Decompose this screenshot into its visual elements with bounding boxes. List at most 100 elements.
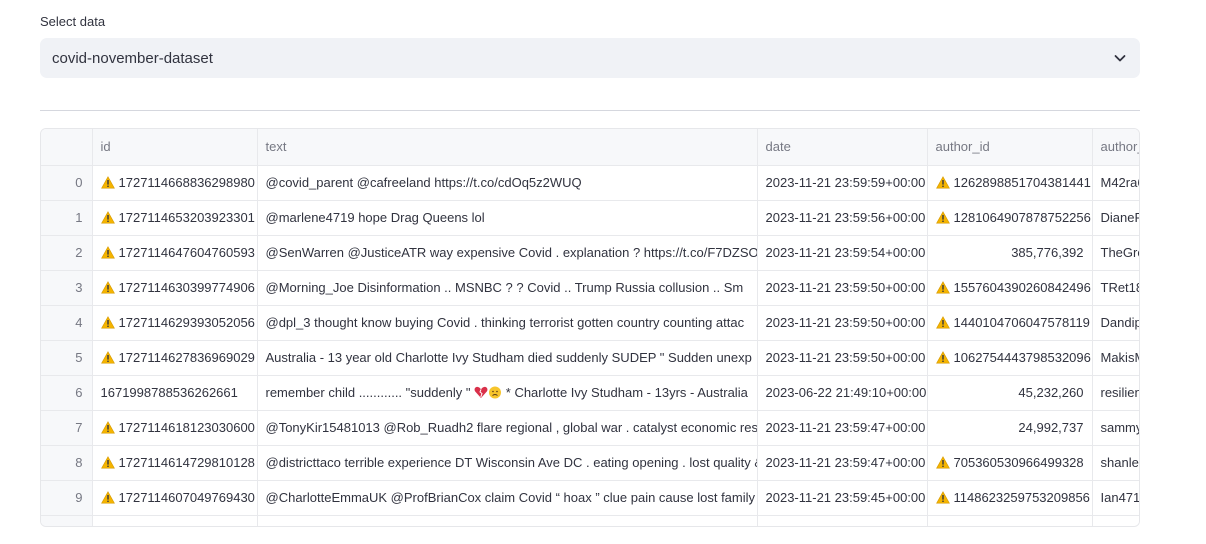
cell-author-id[interactable]: 24,992,737 [927, 410, 1093, 446]
cell-id-value: 1727114668836298980 [118, 175, 255, 190]
table-row[interactable]: 3 1727114630399774906 @Morning_Joe Disinfo… [41, 270, 1139, 306]
dataset-select[interactable]: covid-november-dataset [40, 38, 1140, 78]
cell-author-id-value: 1262898851704381441 [953, 175, 1091, 190]
cell-author[interactable]: Ian471 [1092, 480, 1139, 516]
data-table: id text date author_id author_ 0 17271146… [41, 129, 1139, 526]
cell-author-id[interactable]: 1557604390260842496 [927, 270, 1093, 306]
cell-text[interactable]: @CharlotteEmmaUK @ProfBrianCox claim Cov… [257, 480, 758, 516]
warning-icon [100, 316, 115, 329]
cell-text[interactable]: @SenWarren @JusticeATR way expensive Cov… [257, 235, 758, 271]
warning-icon [935, 456, 950, 469]
column-header-author-id[interactable]: author_id [927, 129, 1093, 166]
cell-date[interactable]: 2023-11-21 23:59:54+00:00 [757, 235, 928, 271]
row-index [41, 515, 93, 526]
cell-text-value: @TonyKir15481013 @Rob_Ruadh2 flare regio… [265, 420, 757, 435]
cell-text[interactable]: remember child ............ "suddenly " … [257, 375, 758, 411]
table-row[interactable]: 7 1727114618123030600 @TonyKir15481013 @Ro… [41, 410, 1139, 446]
cell-author-id-value: 385,776,392 [1011, 245, 1084, 260]
cell-text[interactable]: @marlene4719 hope Drag Queens lol [257, 200, 758, 236]
table-row[interactable]: 6 1671998788536262661 remember child .....… [41, 375, 1139, 411]
table-row[interactable]: 1 1727114653203923301 @marlene4719 hope Dr… [41, 200, 1139, 236]
cell-id-value: 1727114629393052056 [118, 315, 255, 330]
column-header-date[interactable]: date [757, 129, 928, 166]
cell-text[interactable]: @TonyKir15481013 @Rob_Ruadh2 flare regio… [257, 410, 758, 446]
warning-icon [100, 281, 115, 294]
table-row[interactable]: 8 1727114614729810128 @districttaco terrib… [41, 445, 1139, 481]
warning-icon [100, 351, 115, 364]
cell-author[interactable]: sammy [1092, 410, 1139, 446]
cell-author-id[interactable]: 1281064907878752256 [927, 200, 1093, 236]
table-row[interactable]: 5 1727114627836969029 Australia - 13 year … [41, 340, 1139, 376]
cell-date[interactable]: 2023-11-21 23:59:47+00:00 [757, 445, 928, 481]
cell-author[interactable]: shanlei [1092, 445, 1139, 481]
cell-author-id[interactable]: 1262898851704381441 [927, 165, 1093, 201]
row-index: 8 [41, 445, 93, 481]
row-index: 9 [41, 480, 93, 516]
cell-id[interactable]: 1727114668836298980 [92, 165, 258, 201]
dataframe[interactable]: id text date author_id author_ 0 17271146… [40, 128, 1140, 527]
cell-date[interactable]: 2023-11-21 23:59:50+00:00 [757, 270, 928, 306]
cell-id-value: 1727114627836969029 [118, 350, 255, 365]
row-index: 2 [41, 235, 93, 271]
warning-icon [935, 351, 950, 364]
cell-text-value: @Morning_Joe Disinformation .. MSNBC ? ?… [265, 280, 744, 295]
cell-id[interactable]: 1727114629393052056 [92, 305, 258, 341]
cell-author[interactable]: DianeF [1092, 200, 1139, 236]
cell-date[interactable]: 2023-11-21 23:59:59+00:00 [757, 165, 928, 201]
cell-id[interactable]: 1727114614729810128 [92, 445, 258, 481]
cell-text[interactable]: @Morning_Joe Disinformation .. MSNBC ? ?… [257, 270, 758, 306]
cell-id[interactable]: 1727114630399774906 [92, 270, 258, 306]
table-row[interactable]: 2 1727114647604760593 @SenWarren @JusticeA… [41, 235, 1139, 271]
table-row[interactable]: 9 1727114607049769430 @CharlotteEmmaUK @Pr… [41, 480, 1139, 516]
cell-date[interactable]: 2023-11-21 23:59:47+00:00 [757, 410, 928, 446]
cell-author-id[interactable]: 1440104706047578119 [927, 305, 1093, 341]
warning-icon [100, 421, 115, 434]
cell-author-id[interactable]: 385,776,392 [927, 235, 1093, 271]
cell-author[interactable]: TheGre [1092, 235, 1139, 271]
cell-id-value: 1727114647604760593 [118, 245, 255, 260]
cell-text[interactable]: @covid_parent @cafreeland https://t.co/c… [257, 165, 758, 201]
cell-id[interactable]: 1727114647604760593 [92, 235, 258, 271]
warning-icon [100, 176, 115, 189]
cell-date[interactable]: 2023-11-21 23:59:50+00:00 [757, 305, 928, 341]
cell-id-value: 1727114618123030600 [118, 420, 255, 435]
cell-id[interactable]: 1671998788536262661 [92, 375, 258, 411]
cell-id[interactable]: 1727114607049769430 [92, 480, 258, 516]
select-label: Select data [40, 14, 106, 29]
cell-author-id[interactable]: 45,232,260 [927, 375, 1093, 411]
table-row-partial [41, 515, 1139, 526]
cell-author-id-value: 1557604390260842496 [953, 280, 1091, 295]
cell-date[interactable]: 2023-06-22 21:49:10+00:00 [757, 375, 928, 411]
cell-author[interactable]: TRet18 [1092, 270, 1139, 306]
cell-text-value: @SenWarren @JusticeATR way expensive Cov… [265, 245, 757, 260]
cell-date[interactable]: 2023-11-21 23:59:50+00:00 [757, 340, 928, 376]
cell-date[interactable]: 2023-11-21 23:59:56+00:00 [757, 200, 928, 236]
table-row[interactable]: 0 1727114668836298980 @covid_parent @cafre… [41, 165, 1139, 201]
cell-author-id[interactable]: 1062754443798532096 [927, 340, 1093, 376]
cell-text-value: @CharlotteEmmaUK @ProfBrianCox claim Cov… [265, 490, 756, 505]
column-header-author[interactable]: author_ [1092, 129, 1139, 166]
cell-author[interactable]: M42ra6 [1092, 165, 1139, 201]
column-header-text[interactable]: text [257, 129, 758, 166]
cell-text[interactable]: @districttaco terrible experience DT Wis… [257, 445, 758, 481]
cell-id[interactable]: 1727114653203923301 [92, 200, 258, 236]
cell-text-value: @covid_parent @cafreeland https://t.co/c… [265, 175, 582, 190]
cell-id[interactable]: 1727114618123030600 [92, 410, 258, 446]
row-index: 7 [41, 410, 93, 446]
warning-icon [100, 246, 115, 259]
cell-author-id[interactable]: 705360530966499328 [927, 445, 1093, 481]
cell-text-value: Australia - 13 year old Charlotte Ivy St… [265, 350, 752, 365]
column-header-index[interactable] [41, 129, 93, 166]
cell-author[interactable]: Dandip [1092, 305, 1139, 341]
table-row[interactable]: 4 1727114629393052056 @dpl_3 thought know … [41, 305, 1139, 341]
column-header-id[interactable]: id [92, 129, 258, 166]
cell-id[interactable]: 1727114627836969029 [92, 340, 258, 376]
cell-id-value: 1727114614729810128 [118, 455, 255, 470]
cell-author-id[interactable]: 1148623259753209856 [927, 480, 1093, 516]
cell-text[interactable]: Australia - 13 year old Charlotte Ivy St… [257, 340, 758, 376]
cell-author[interactable]: resilien [1092, 375, 1139, 411]
cell-text-value: @marlene4719 hope Drag Queens lol [265, 210, 485, 225]
cell-date[interactable]: 2023-11-21 23:59:45+00:00 [757, 480, 928, 516]
cell-text[interactable]: @dpl_3 thought know buying Covid . think… [257, 305, 758, 341]
cell-author[interactable]: MakisM [1092, 340, 1139, 376]
